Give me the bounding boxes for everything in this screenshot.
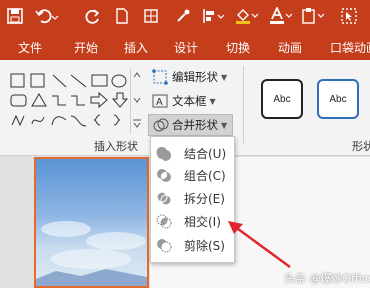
menu-item-label: 结合(U) [184, 146, 227, 161]
scroll-up-icon [133, 72, 141, 78]
shape-style-sample-text: Abc [273, 93, 291, 105]
merge-shapes-label: 合并形状 [172, 118, 218, 132]
menu-item-subtract[interactable]: 剪除(S) [151, 234, 234, 256]
redo-icon[interactable] [84, 6, 102, 26]
slide-thumbnail[interactable] [34, 157, 149, 288]
svg-text:A: A [156, 97, 163, 108]
line-shape-icon [52, 74, 67, 88]
merge-shapes-menu: 结合(U) 组合(C) 拆分(E) 相交(I) 剪除(S) [150, 136, 235, 263]
tab-pocket-animation[interactable]: 口袋动画 [330, 39, 370, 56]
select-objects-icon[interactable] [340, 6, 358, 26]
menu-item-label: 剪除(S) [184, 238, 225, 253]
scribble-shape-icon [31, 116, 45, 125]
tab-file[interactable]: 文件 [18, 39, 42, 56]
shape-style-sample-2[interactable]: Abc [317, 79, 359, 119]
freeform-shape-icon [11, 114, 25, 127]
menu-item-label: 组合(C) [184, 168, 226, 183]
merge-shapes-button[interactable]: 合并形状 ▼ [148, 114, 233, 136]
menu-item-combine[interactable]: 组合(C) [151, 164, 234, 186]
group-label-shape-styles: 形状 [352, 140, 370, 153]
vertical-textbox-shape-icon [30, 73, 45, 88]
edit-shape-icon [152, 69, 168, 85]
right-brace-shape-icon [113, 114, 121, 126]
shapes-gallery[interactable] [8, 70, 143, 132]
dropdown-arrow-icon: ▼ [221, 120, 228, 130]
left-brace-shape-icon [93, 114, 101, 126]
text-box-icon: A [152, 94, 168, 108]
tab-design[interactable]: 设计 [174, 39, 198, 56]
menu-item-union[interactable]: 结合(U) [151, 142, 234, 164]
save-icon[interactable] [6, 6, 24, 26]
scroll-down-icon [133, 97, 141, 103]
menu-item-fragment[interactable]: 拆分(E) [151, 187, 234, 209]
oval-shape-icon [111, 74, 127, 88]
triangle-shape-icon [31, 93, 47, 107]
quick-access-toolbar [0, 0, 370, 34]
menu-item-label: 相交(I) [184, 214, 221, 229]
tab-home[interactable]: 开始 [74, 39, 98, 56]
elbow-connector-shape-icon [52, 95, 66, 106]
text-box-label: 文本框 [172, 94, 207, 108]
dropdown-arrow-icon: ▼ [221, 72, 228, 82]
edit-shape-button[interactable]: 编辑形状 ▼ [152, 69, 227, 85]
arrow-line-shape-icon [70, 74, 87, 88]
align-icon[interactable] [200, 6, 226, 26]
curve-shape-icon [51, 116, 67, 126]
elbow-arrow-connector-shape-icon [71, 95, 85, 106]
right-arrow-shape-icon [90, 91, 108, 109]
text-box-button[interactable]: A 文本框 ▼ [152, 93, 216, 109]
dropdown-arrow-icon: ▼ [209, 96, 216, 106]
gallery-scrollbar[interactable] [130, 68, 143, 134]
tab-animations[interactable]: 动画 [278, 39, 302, 56]
shape-style-sample-1[interactable]: Abc [261, 79, 303, 119]
intersect-icon [156, 214, 172, 229]
tab-transitions[interactable]: 切换 [226, 39, 250, 56]
ribbon-tabs: 文件 开始 插入 设计 切换 动画 口袋动画 [0, 34, 370, 60]
undo-icon[interactable] [34, 6, 60, 26]
curved-connector-shape-icon [70, 115, 87, 127]
edit-shape-label: 编辑形状 [172, 70, 218, 84]
cloud-picture [36, 221, 147, 286]
watermark: 头条 @爆炒Office [284, 272, 370, 285]
menu-item-intersect[interactable]: 相交(I) [151, 210, 234, 232]
annotation-arrow [228, 221, 291, 269]
fragment-icon [156, 191, 172, 206]
table-icon[interactable] [142, 6, 160, 26]
subtract-icon [157, 239, 172, 253]
combine-icon [157, 169, 171, 182]
paste-icon[interactable] [300, 6, 326, 26]
rectangle-shape-icon [91, 74, 108, 87]
fill-color-icon[interactable] [234, 6, 260, 26]
down-arrow-shape-icon [111, 92, 129, 108]
gallery-more-icon [133, 122, 141, 128]
eyedropper-icon[interactable] [174, 6, 192, 26]
merge-shapes-icon [153, 118, 169, 132]
font-color-icon[interactable] [268, 6, 294, 26]
rounded-rectangle-shape-icon [10, 94, 27, 107]
union-icon [156, 146, 171, 161]
group-separator [243, 66, 244, 144]
tab-insert[interactable]: 插入 [124, 39, 148, 56]
textbox-shape-icon [10, 73, 25, 88]
shape-style-sample-text: Abc [329, 93, 347, 105]
menu-item-label: 拆分(E) [184, 191, 225, 206]
group-label-insert-shapes: 插入形状 [94, 140, 138, 153]
new-document-icon[interactable] [114, 6, 130, 26]
